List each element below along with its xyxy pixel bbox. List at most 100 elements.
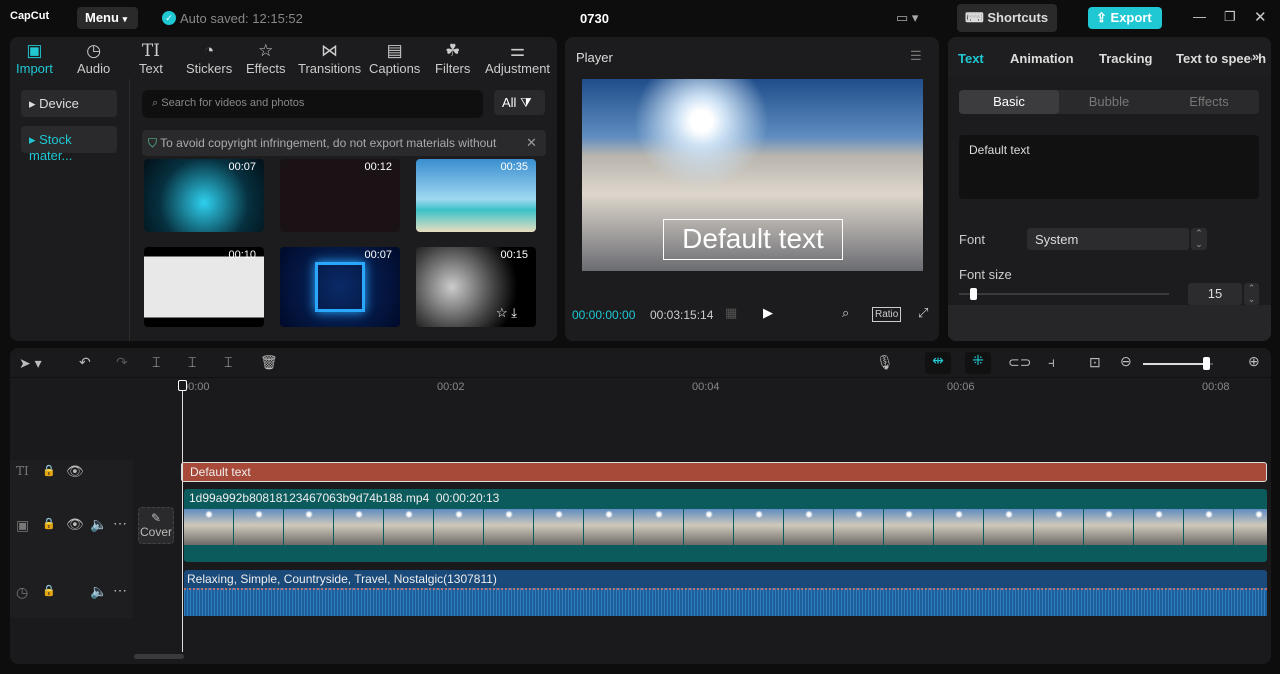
font-stepper-icon[interactable]: ⌃ ⌄ [1191, 228, 1207, 250]
slider-handle[interactable] [969, 288, 977, 300]
lock-icon[interactable]: 🔒 [42, 584, 56, 597]
sidebar-item-device[interactable]: ▸ Device [21, 90, 117, 117]
media-thumbnail[interactable]: 00:15 ☆ ⤓ [416, 247, 536, 327]
font-select[interactable]: System [1027, 228, 1189, 250]
link-icon[interactable]: ⊂⊃ [1008, 354, 1031, 371]
tab-audio[interactable]: ◷ Audio [77, 41, 110, 76]
more-icon[interactable]: ⋯ [113, 515, 127, 532]
property-tabs: Text Animation Tracking Text to speech » [948, 37, 1271, 77]
media-thumbnail[interactable]: 00:12 [280, 159, 400, 232]
filter-icon: ⧩ [520, 95, 532, 110]
volume-icon[interactable]: 🔈 [90, 583, 107, 600]
font-size-label: Font size [959, 267, 1012, 282]
chevron-down-icon: ▾ [122, 14, 128, 24]
zoom-handle[interactable] [1203, 357, 1210, 370]
delete-icon[interactable]: 🗑 [260, 354, 278, 371]
zoom-slider[interactable] [1143, 357, 1213, 370]
layout-icon[interactable]: ▭ ▾ [896, 10, 918, 26]
zoom-out-icon[interactable]: ⊖ [1120, 353, 1132, 370]
tab-stickers[interactable]: ◔ Stickers [186, 41, 232, 76]
snap-icon[interactable]: ⁜ [965, 352, 991, 374]
tab-adjustment[interactable]: ⚌ Adjustment [485, 41, 550, 76]
subtab-basic[interactable]: Basic [959, 90, 1059, 114]
font-size-slider[interactable] [959, 288, 1169, 300]
subtab-effects[interactable]: Effects [1159, 90, 1259, 114]
thumb-duration: 00:12 [364, 161, 392, 173]
font-size-input[interactable]: 15 [1188, 283, 1242, 305]
cover-button[interactable]: ✎ Cover [138, 507, 174, 544]
split-right-icon[interactable]: ⌶ [224, 354, 232, 371]
tab-import[interactable]: ▣ Import [16, 41, 53, 76]
horizontal-scrollbar[interactable] [134, 654, 184, 659]
tab-label: Adjustment [485, 61, 551, 76]
maximize-button[interactable]: ❐ [1224, 9, 1236, 25]
player-panel: Player ☰ Default text 00:00:00:00 00:03:… [565, 37, 939, 341]
undo-icon[interactable]: ↶ [79, 354, 91, 371]
close-notice-icon[interactable]: ✕ [526, 135, 537, 151]
media-thumbnail[interactable]: 00:07 [144, 159, 264, 232]
size-stepper-icon[interactable]: ⌃ ⌄ [1244, 283, 1259, 305]
microphone-icon[interactable]: 🎙 [876, 354, 894, 371]
tab-animation[interactable]: Animation [1010, 51, 1074, 66]
upload-icon: ⇪ [1096, 10, 1107, 25]
shield-icon: ⛉ [148, 136, 158, 150]
tab-captions[interactable]: ▤ Captions [369, 41, 420, 76]
play-button[interactable]: ▶ [763, 305, 773, 321]
split-left-icon[interactable]: ⌶ [188, 354, 196, 371]
eye-icon[interactable]: 👁 [66, 516, 84, 533]
tab-label: Filters [435, 61, 471, 76]
split-icon[interactable]: ⌶ [152, 354, 160, 371]
redo-icon[interactable]: ↷ [116, 354, 128, 371]
lock-icon[interactable]: 🔒 [42, 464, 56, 477]
shortcuts-button[interactable]: ⌨ Shortcuts [957, 4, 1057, 32]
volume-icon[interactable]: 🔈 [90, 516, 107, 533]
more-icon[interactable]: ⋯ [113, 582, 127, 599]
export-label: Export [1110, 10, 1152, 25]
cover-label: Cover [139, 525, 172, 539]
filter-button[interactable]: All ⧩ [494, 90, 545, 115]
player-menu-icon[interactable]: ☰ [910, 48, 922, 64]
text-clip[interactable]: Default text [181, 462, 1267, 482]
eye-icon[interactable]: 👁 [66, 463, 84, 480]
media-thumbnail[interactable]: 00:07 [280, 247, 400, 327]
audio-name: Relaxing, Simple, Countryside, Travel, N… [187, 572, 497, 586]
preview-axis-icon[interactable]: ⫞ [1048, 354, 1055, 371]
tab-text[interactable]: TI Text [139, 41, 163, 76]
menu-button[interactable]: Menu ▾ [77, 7, 138, 29]
video-clip[interactable]: 1d99a992b80818123467063b9d74b188.mp4 00:… [184, 489, 1267, 562]
lock-icon[interactable]: 🔒 [42, 517, 56, 530]
export-button[interactable]: ⇪ Export [1088, 7, 1162, 29]
tab-filters[interactable]: ☘ Filters [435, 41, 470, 76]
search-input[interactable]: ⌕ Search for videos and photos [142, 90, 483, 118]
text-content-input[interactable]: Default text [959, 135, 1259, 199]
sidebar-item-stock[interactable]: ▸ Stock mater... [21, 126, 117, 163]
video-preview[interactable]: Default text [582, 79, 923, 271]
minimize-button[interactable]: — [1193, 9, 1206, 24]
audio-clip[interactable]: Relaxing, Simple, Countryside, Travel, N… [184, 570, 1267, 616]
close-button[interactable]: ✕ [1254, 8, 1267, 26]
ruler-tick: 00:06 [947, 381, 975, 393]
tab-tracking[interactable]: Tracking [1099, 51, 1152, 66]
text-overlay[interactable]: Default text [663, 219, 843, 260]
tab-transitions[interactable]: ⋈ Transitions [298, 41, 361, 76]
project-title: 0730 [580, 11, 609, 26]
tab-effects[interactable]: ☆ Effects [246, 41, 286, 76]
playhead[interactable] [178, 380, 187, 652]
timeline-ruler[interactable]: 00:00 00:02 00:04 00:06 00:08 [182, 379, 1271, 397]
favorite-icon[interactable]: ☆ ⤓ [496, 305, 517, 321]
zoom-in-icon[interactable]: ⊕ [1248, 353, 1260, 370]
thumb-duration: 00:10 [228, 249, 256, 261]
subtab-bubble[interactable]: Bubble [1059, 90, 1159, 114]
media-thumbnail[interactable]: 00:10 [144, 247, 264, 327]
fullscreen-icon[interactable]: ⤢ [918, 305, 928, 321]
tab-text-props[interactable]: Text [958, 51, 984, 66]
more-tabs-icon[interactable]: » [1252, 49, 1260, 64]
zoom-fit-icon[interactable]: ⌕ [842, 305, 849, 321]
zoom-fit-timeline-icon[interactable]: ⊡ [1089, 354, 1101, 371]
select-tool-icon[interactable]: ➤ ▾ [19, 355, 42, 372]
media-thumbnail[interactable]: 00:35 [416, 159, 536, 232]
keyboard-icon: ⌨ [965, 10, 984, 25]
ratio-button[interactable]: Ratio [872, 307, 902, 322]
frames-icon[interactable]: ▦ [725, 305, 737, 321]
main-track-magnet-icon[interactable]: ⇹ [925, 352, 951, 374]
